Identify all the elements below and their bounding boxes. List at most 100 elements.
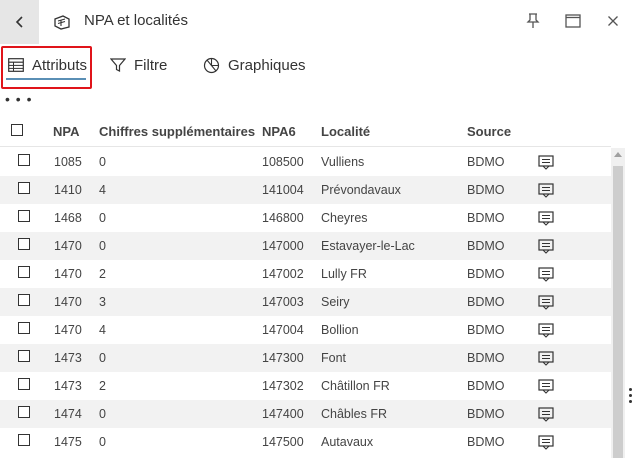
table-row[interactable]: 1470 4 147004 Bollion BDMO [0, 316, 611, 344]
cell-npa6: 147302 [262, 379, 304, 393]
close-button[interactable] [604, 12, 622, 30]
more-options-button[interactable]: • • • [5, 92, 32, 106]
table-row[interactable]: 1475 0 147500 Autavaux BDMO [0, 428, 611, 456]
zoom-to-feature-icon[interactable] [538, 155, 554, 170]
cell-source: BDMO [467, 183, 505, 197]
cell-chiffres: 2 [99, 267, 106, 281]
cell-chiffres: 0 [99, 351, 106, 365]
row-checkbox[interactable] [18, 182, 30, 194]
cell-npa6: 147500 [262, 435, 304, 449]
tab-graphiques[interactable]: Graphiques [203, 51, 306, 79]
cell-npa6: 141004 [262, 183, 304, 197]
cell-localite: Prévondavaux [321, 183, 401, 197]
zoom-to-feature-icon[interactable] [538, 379, 554, 394]
cell-npa: 1470 [54, 239, 82, 253]
zoom-to-feature-icon[interactable] [538, 183, 554, 198]
cell-localite: Châbles FR [321, 407, 387, 421]
column-header-npa6[interactable]: NPA6 [262, 124, 296, 139]
column-header-source[interactable]: Source [467, 124, 511, 139]
table-row[interactable]: 1474 0 147400 Châbles FR BDMO [0, 400, 611, 428]
cell-localite: Autavaux [321, 435, 374, 449]
cell-npa6: 147000 [262, 239, 304, 253]
table-row[interactable]: 1470 2 147002 Lully FR BDMO [0, 260, 611, 288]
cell-chiffres: 0 [99, 435, 106, 449]
zoom-to-feature-icon[interactable] [538, 435, 554, 450]
zoom-to-feature-icon[interactable] [538, 267, 554, 282]
chevron-left-icon [15, 16, 23, 28]
cell-localite: Lully FR [321, 267, 367, 281]
cell-npa6: 147004 [262, 323, 304, 337]
zoom-to-feature-icon[interactable] [538, 407, 554, 422]
row-checkbox[interactable] [18, 294, 30, 306]
row-checkbox[interactable] [18, 406, 30, 418]
back-button[interactable] [0, 0, 39, 44]
cell-npa: 1475 [54, 435, 82, 449]
cell-source: BDMO [467, 211, 505, 225]
cell-npa: 1468 [54, 211, 82, 225]
zoom-to-feature-icon[interactable] [538, 351, 554, 366]
table-row[interactable]: 1085 0 108500 Vulliens BDMO [0, 148, 611, 176]
panel-resize-handle[interactable] [629, 388, 633, 404]
tab-filtre[interactable]: Filtre [110, 51, 167, 79]
cell-source: BDMO [467, 239, 505, 253]
row-checkbox[interactable] [18, 350, 30, 362]
row-checkbox[interactable] [18, 322, 30, 334]
table-row[interactable]: 1470 3 147003 Seiry BDMO [0, 288, 611, 316]
cell-npa6: 147400 [262, 407, 304, 421]
filter-icon [110, 58, 126, 72]
cell-npa: 1470 [54, 267, 82, 281]
cell-localite: Estavayer-le-Lac [321, 239, 415, 253]
zoom-to-feature-icon[interactable] [538, 295, 554, 310]
row-checkbox[interactable] [18, 210, 30, 222]
cell-npa6: 108500 [262, 155, 304, 169]
row-checkbox[interactable] [18, 378, 30, 390]
select-all-checkbox[interactable] [11, 124, 23, 136]
table-row[interactable]: 1410 4 141004 Prévondavaux BDMO [0, 176, 611, 204]
tab-filtre-label: Filtre [134, 56, 168, 74]
cell-chiffres: 4 [99, 323, 106, 337]
cell-source: BDMO [467, 435, 505, 449]
maximize-button[interactable] [564, 12, 582, 30]
cell-npa: 1473 [54, 351, 82, 365]
cell-chiffres: 0 [99, 407, 106, 421]
cell-npa: 1474 [54, 407, 82, 421]
cell-localite: Cheyres [321, 211, 368, 225]
cell-npa6: 146800 [262, 211, 304, 225]
column-header-chiffres[interactable]: Chiffres supplémentaires [99, 124, 255, 139]
zoom-to-feature-icon[interactable] [538, 211, 554, 226]
cell-localite: Châtillon FR [321, 379, 390, 393]
row-checkbox[interactable] [18, 154, 30, 166]
table-row[interactable]: 1473 2 147302 Châtillon FR BDMO [0, 372, 611, 400]
cell-npa: 1473 [54, 379, 82, 393]
cell-npa: 1470 [54, 295, 82, 309]
pin-button[interactable] [524, 12, 542, 30]
cell-source: BDMO [467, 267, 505, 281]
zoom-to-feature-icon[interactable] [538, 239, 554, 254]
close-icon [608, 16, 618, 26]
cell-chiffres: 2 [99, 379, 106, 393]
cell-localite: Bollion [321, 323, 359, 337]
zoom-to-feature-icon[interactable] [538, 323, 554, 338]
vertical-scrollbar[interactable] [611, 148, 625, 458]
row-checkbox[interactable] [18, 238, 30, 250]
row-checkbox[interactable] [18, 266, 30, 278]
table-row[interactable]: 1473 0 147300 Font BDMO [0, 344, 611, 372]
table-body: 1085 0 108500 Vulliens BDMO 1410 4 14100… [0, 148, 611, 456]
scroll-thumb[interactable] [613, 166, 623, 458]
cell-npa: 1085 [54, 155, 82, 169]
column-header-localite[interactable]: Localité [321, 124, 370, 139]
chart-icon [203, 57, 220, 73]
column-header-npa[interactable]: NPA [53, 124, 79, 139]
cell-source: BDMO [467, 323, 505, 337]
table-header: NPA Chiffres supplémentaires NPA6 Locali… [0, 117, 611, 147]
table-row[interactable]: 1468 0 146800 Cheyres BDMO [0, 204, 611, 232]
cell-chiffres: 0 [99, 239, 106, 253]
panel-title: NPA et localités [84, 12, 188, 29]
row-checkbox[interactable] [18, 434, 30, 446]
table-row[interactable]: 1470 0 147000 Estavayer-le-Lac BDMO [0, 232, 611, 260]
cell-localite: Vulliens [321, 155, 365, 169]
scroll-up-arrow-icon[interactable] [614, 152, 622, 157]
cell-npa: 1410 [54, 183, 82, 197]
highlight-annotation [1, 46, 92, 89]
cell-chiffres: 4 [99, 183, 106, 197]
